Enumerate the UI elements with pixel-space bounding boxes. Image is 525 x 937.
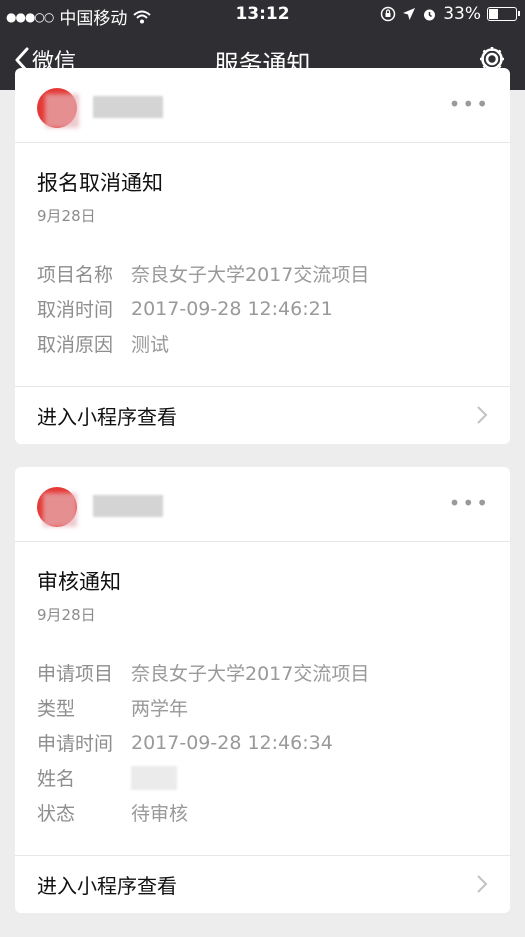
alarm-icon xyxy=(424,9,436,20)
field-row: 取消时间 2017-09-28 12:46:21 xyxy=(37,291,488,326)
field-row: 项目名称 奈良女子大学2017交流项目 xyxy=(37,256,488,291)
notification-card: ••• 报名取消通知 9月28日 项目名称 奈良女子大学2017交流项目 取消时… xyxy=(15,68,510,444)
open-mini-program-link[interactable]: 进入小程序查看 xyxy=(15,855,510,913)
field-key: 申请时间 xyxy=(37,733,114,755)
message-title: 报名取消通知 xyxy=(37,171,163,195)
card-header: ••• xyxy=(15,68,510,143)
more-button[interactable]: ••• xyxy=(449,92,490,116)
location-icon xyxy=(403,8,416,20)
message-date: 9月28日 xyxy=(37,207,96,225)
field-value: 测试 xyxy=(131,334,170,356)
notification-card: ••• 审核通知 9月28日 申请项目 奈良女子大学2017交流项目 类型 两学… xyxy=(15,467,510,913)
field-value: 2017-09-28 12:46:21 xyxy=(131,297,333,320)
battery-percent: 33% xyxy=(443,4,481,24)
field-key: 申请项目 xyxy=(37,663,114,685)
chevron-right-icon xyxy=(477,875,488,893)
sender-name-redacted xyxy=(93,96,163,118)
card-header: ••• xyxy=(15,467,510,542)
field-key: 取消原因 xyxy=(37,334,114,356)
name-value-redacted xyxy=(131,765,177,790)
field-key: 项目名称 xyxy=(37,264,114,286)
field-value: 奈良女子大学2017交流项目 xyxy=(131,663,370,685)
battery-level xyxy=(489,9,499,19)
field-value: 奈良女子大学2017交流项目 xyxy=(131,264,370,286)
message-date: 9月28日 xyxy=(37,606,96,624)
footer-label: 进入小程序查看 xyxy=(37,874,177,898)
status-bar: ●●●○○ 中国移动 13:12 33% xyxy=(0,0,525,30)
more-button[interactable]: ••• xyxy=(449,491,490,515)
field-value: 2017-09-28 12:46:34 xyxy=(131,731,333,754)
avatar-redaction xyxy=(45,94,79,128)
field-row: 申请项目 奈良女子大学2017交流项目 xyxy=(37,655,488,690)
avatar-redaction xyxy=(43,493,77,527)
open-mini-program-link[interactable]: 进入小程序查看 xyxy=(15,386,510,444)
field-key: 姓名 xyxy=(37,768,76,790)
field-key: 类型 xyxy=(37,698,76,720)
field-row: 取消原因 测试 xyxy=(37,326,488,361)
field-row: 类型 两学年 xyxy=(37,690,488,725)
field-value: 两学年 xyxy=(131,698,189,720)
field-row: 申请时间 2017-09-28 12:46:34 xyxy=(37,725,488,760)
footer-label: 进入小程序查看 xyxy=(37,405,177,429)
field-key: 取消时间 xyxy=(37,299,114,321)
chevron-right-icon xyxy=(477,406,488,424)
sender-name-redacted xyxy=(93,495,163,517)
status-right: 33% xyxy=(380,4,520,24)
field-value: 待审核 xyxy=(131,803,189,825)
field-row: 状态 待审核 xyxy=(37,795,488,830)
card-body: 报名取消通知 9月28日 项目名称 奈良女子大学2017交流项目 取消时间 20… xyxy=(15,143,510,361)
message-title: 审核通知 xyxy=(37,570,121,594)
battery-icon xyxy=(487,7,520,21)
field-key: 状态 xyxy=(37,803,76,825)
rotation-lock-icon xyxy=(380,6,396,22)
field-row: 姓名 xyxy=(37,760,488,795)
card-body: 审核通知 9月28日 申请项目 奈良女子大学2017交流项目 类型 两学年 申请… xyxy=(15,542,510,830)
